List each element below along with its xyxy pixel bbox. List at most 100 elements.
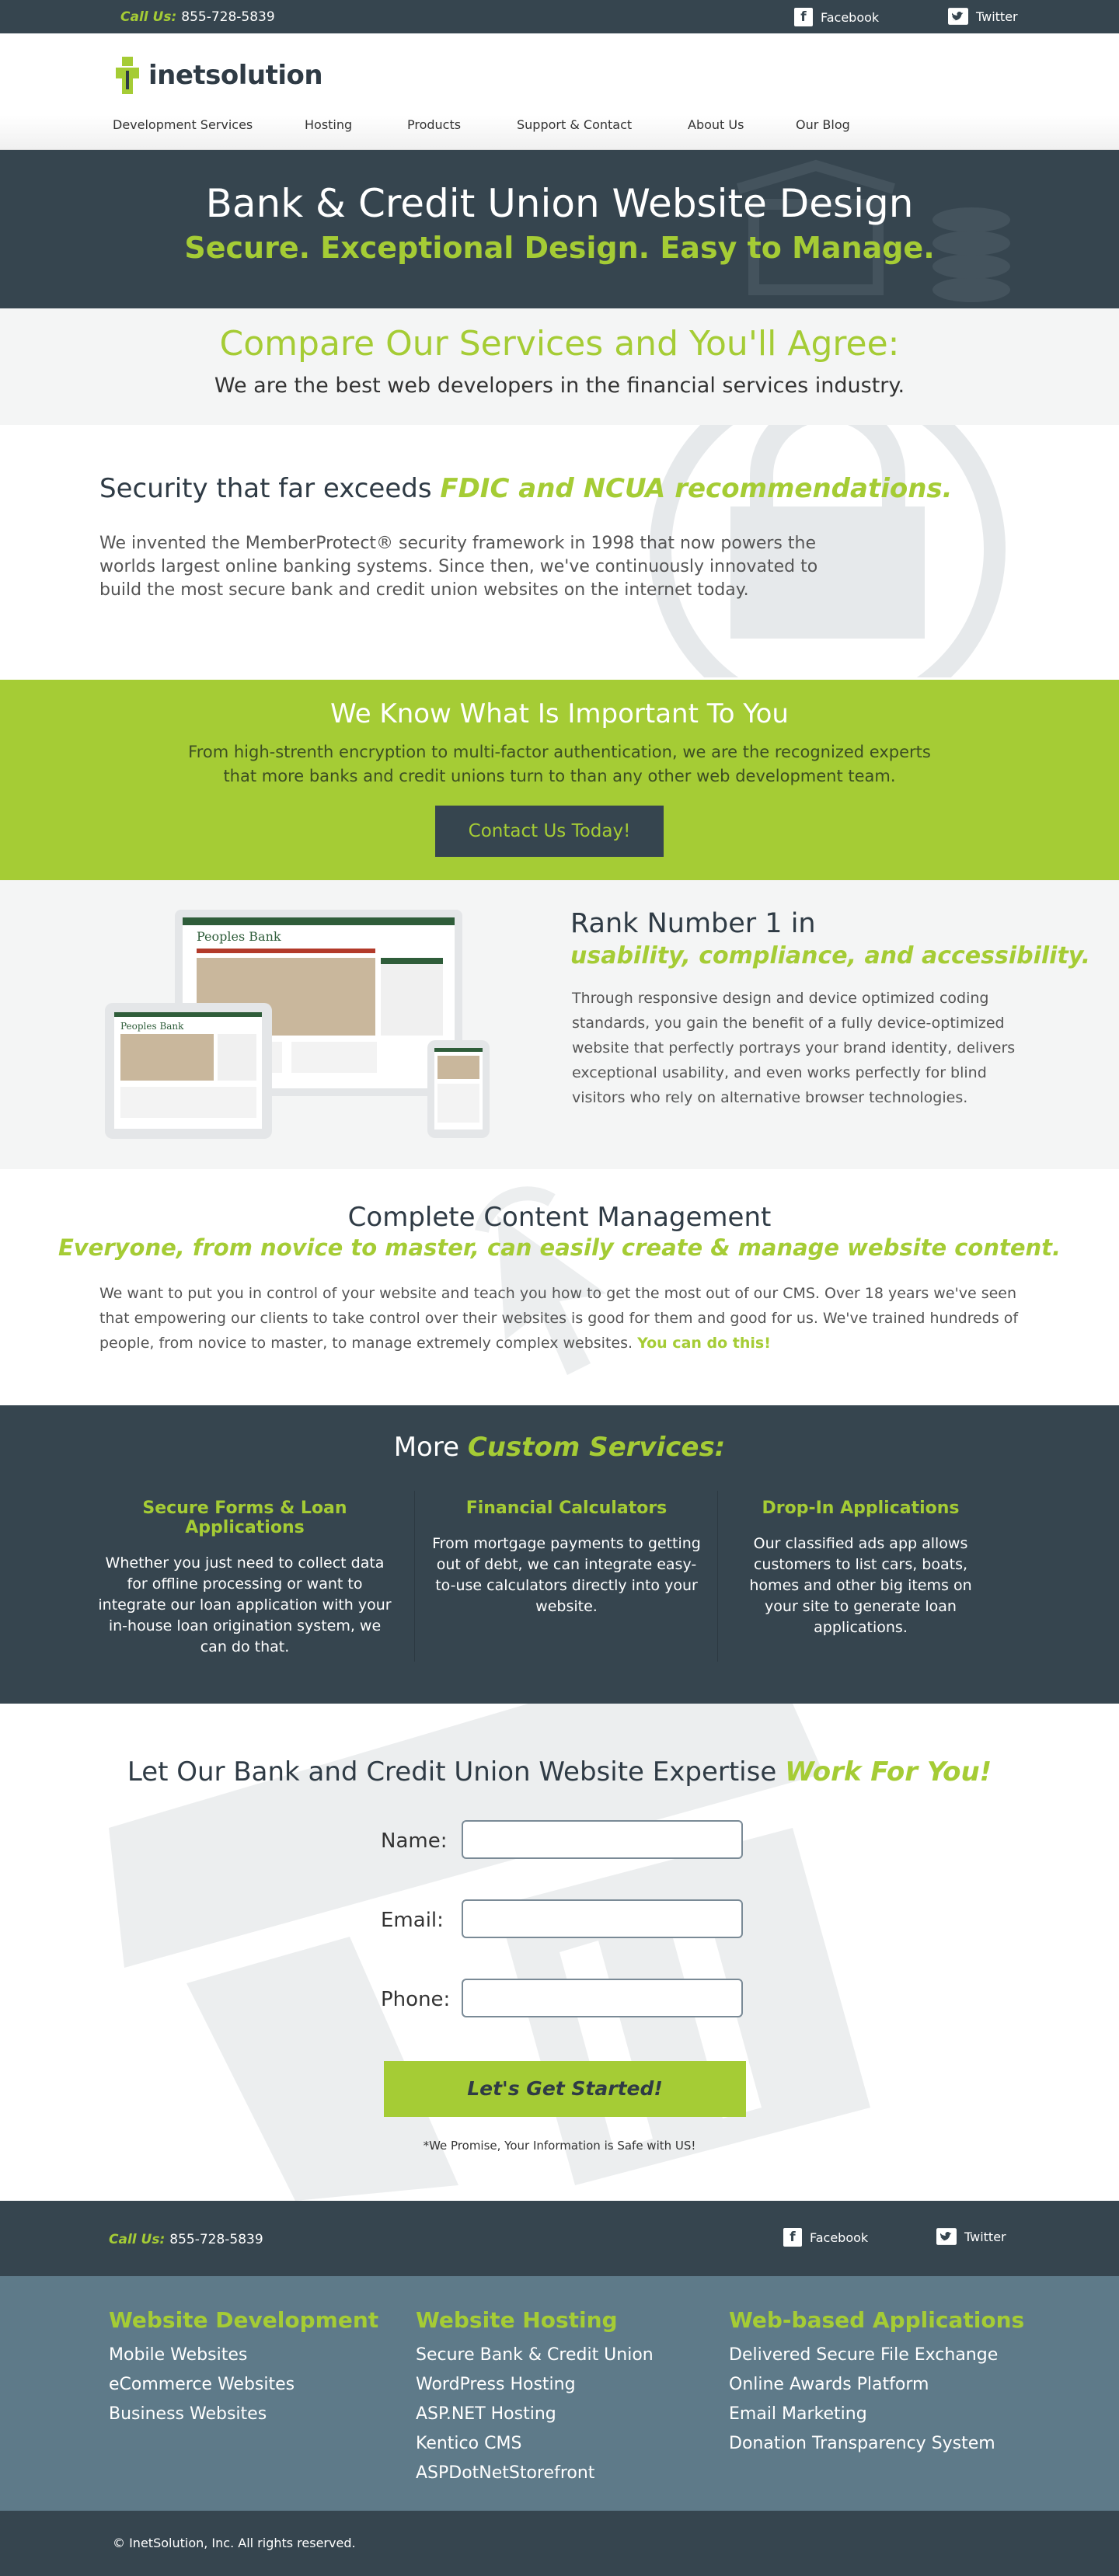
facebook-label: Facebook	[821, 9, 880, 25]
contact-us-button[interactable]: Contact Us Today!	[435, 806, 664, 857]
facebook-icon: f	[794, 8, 813, 26]
cms-section: Complete Content Management Everyone, fr…	[0, 1169, 1119, 1405]
logo[interactable]: inetsolution	[113, 55, 323, 96]
footer-column-title: Website Hosting	[416, 2307, 618, 2333]
mock-bank-name: Peoples Bank	[197, 929, 281, 944]
important-text: From high-strenth encryption to multi-fa…	[188, 743, 931, 785]
mock-bank-name-tablet: Peoples Bank	[120, 1021, 184, 1032]
copyright-text: © InetSolution, Inc. All rights reserved…	[113, 2536, 356, 2550]
call-label: Call Us:	[109, 2232, 166, 2247]
call-label: Call Us:	[120, 9, 177, 25]
service-text: Whether you just need to collect data fo…	[98, 1554, 392, 1655]
rank-section: Peoples Bank Peoples Bank Rank Number 1 …	[0, 880, 1119, 1169]
service-text: From mortgage payments to getting out of…	[432, 1535, 701, 1615]
nav-support-contact[interactable]: Support & Contact	[517, 117, 632, 132]
twitter-label: Twitter	[964, 2229, 1006, 2244]
twitter-icon	[948, 8, 968, 25]
top-call-us: Call Us: 855-728-5839	[120, 9, 275, 25]
security-text: We invented the MemberProtect® security …	[99, 534, 818, 600]
form-title-em: Work For You!	[785, 1756, 992, 1788]
footer-column-title: Web-based Applications	[729, 2307, 1025, 2333]
phone-field[interactable]	[462, 1979, 743, 2017]
hero-banner: Bank & Credit Union Website Design Secur…	[0, 150, 1119, 308]
service-divider	[717, 1491, 718, 1662]
footer-column-applications: Web-based Applications Delivered Secure …	[729, 2307, 1024, 2459]
cms-subtitle: Everyone, from novice to master, can eas…	[58, 1234, 1061, 1261]
footer-link-awards-platform[interactable]: Online Awards Platform	[729, 2370, 1024, 2400]
rank-title: Rank Number 1 in	[570, 908, 816, 939]
important-section: We Know What Is Important To You From hi…	[0, 680, 1119, 880]
logo-icon	[116, 57, 139, 94]
bottom-contact-bar: Call Us: 855-728-5839 f Facebook Twitter	[0, 2201, 1119, 2276]
footer-links: Website Development Mobile Websites eCom…	[0, 2276, 1119, 2511]
cms-title: Complete Content Management	[347, 1202, 772, 1233]
phone-number[interactable]: 855-728-5839	[181, 9, 274, 25]
footer-link-email-marketing[interactable]: Email Marketing	[729, 2400, 1024, 2429]
responsive-devices-illustration: Peoples Bank Peoples Bank	[105, 910, 490, 1139]
services-title: More Custom Services:	[0, 1432, 1119, 1463]
service-financial-calculators: Financial Calculators From mortgage paym…	[416, 1499, 717, 1654]
copyright-bar: © InetSolution, Inc. All rights reserved…	[0, 2511, 1119, 2576]
email-label: Email:	[381, 1909, 444, 1932]
name-label: Name:	[381, 1829, 448, 1853]
rank-text: Through responsive design and device opt…	[572, 990, 1016, 1106]
service-title: Financial Calculators	[465, 1499, 668, 1518]
phone-label: Phone:	[381, 1988, 451, 2011]
service-title: Secure Forms & Loan Applications	[142, 1499, 347, 1537]
footer-facebook-link[interactable]: f Facebook	[783, 2228, 868, 2247]
header: inetsolution Development Services Hostin…	[0, 33, 1119, 150]
footer-link-file-exchange[interactable]: Delivered Secure File Exchange	[729, 2341, 1024, 2370]
footer-twitter-link[interactable]: Twitter	[936, 2228, 1006, 2245]
form-title-plain: Let Our Bank and Credit Union Website Ex…	[127, 1756, 777, 1788]
cms-text: We want to put you in control of your we…	[99, 1281, 1020, 1356]
page: Call Us: 855-728-5839 f Facebook Twitter …	[0, 0, 1119, 2576]
twitter-label: Twitter	[976, 9, 1018, 24]
service-divider	[414, 1491, 415, 1662]
get-started-button[interactable]: Let's Get Started!	[384, 2061, 746, 2117]
footer-link-kentico-cms[interactable]: Kentico CMS	[416, 2429, 654, 2459]
cms-text-em: You can do this!	[637, 1335, 771, 1352]
rank-subtitle: usability, compliance, and accessibility…	[570, 942, 1090, 969]
footer-link-mobile-websites[interactable]: Mobile Websites	[109, 2341, 378, 2370]
security-section: Security that far exceeds FDIC and NCUA …	[0, 425, 1119, 680]
service-forms-loans: Secure Forms & Loan Applications Whether…	[93, 1499, 396, 1655]
bottom-call-us: Call Us: 855-728-5839	[109, 2232, 263, 2247]
hero-title: Bank & Credit Union Website Design	[205, 181, 914, 226]
footer-link-donation-transparency[interactable]: Donation Transparency System	[729, 2429, 1024, 2459]
twitter-icon	[936, 2228, 957, 2245]
footer-column-title: Website Development	[109, 2307, 379, 2333]
service-text: Our classified ads app allows customers …	[749, 1535, 972, 1636]
services-title-em: Custom Services:	[467, 1432, 726, 1463]
compare-title: Compare Our Services and You'll Agree:	[219, 324, 900, 364]
footer-link-business-websites[interactable]: Business Websites	[109, 2400, 378, 2429]
twitter-link[interactable]: Twitter	[948, 8, 1018, 25]
footer-column-hosting: Website Hosting Secure Bank & Credit Uni…	[416, 2307, 654, 2488]
cms-text-body: We want to put you in control of your we…	[99, 1285, 1019, 1352]
facebook-label: Facebook	[810, 2230, 869, 2245]
phone-number[interactable]: 855-728-5839	[169, 2232, 263, 2247]
services-section: More Custom Services: Secure Forms & Loa…	[0, 1405, 1119, 1704]
compare-text: We are the best web developers in the fi…	[214, 374, 905, 398]
nav-products[interactable]: Products	[407, 117, 461, 132]
service-title: Drop-In Applications	[762, 1499, 960, 1518]
footer-link-aspdotnetstorefront[interactable]: ASPDotNetStorefront	[416, 2459, 654, 2488]
footer-link-secure-bank[interactable]: Secure Bank & Credit Union	[416, 2341, 654, 2370]
nav-development-services[interactable]: Development Services	[113, 117, 253, 132]
facebook-link[interactable]: f Facebook	[794, 8, 879, 26]
security-title-em: FDIC and NCUA recommendations.	[440, 473, 953, 504]
top-bar: Call Us: 855-728-5839 f Facebook Twitter	[0, 0, 1119, 33]
footer-link-aspnet-hosting[interactable]: ASP.NET Hosting	[416, 2400, 654, 2429]
footer-link-wordpress-hosting[interactable]: WordPress Hosting	[416, 2370, 654, 2400]
email-field[interactable]	[462, 1899, 743, 1938]
compare-section: Compare Our Services and You'll Agree: W…	[0, 308, 1119, 425]
facebook-icon: f	[783, 2228, 802, 2247]
nav-our-blog[interactable]: Our Blog	[796, 117, 850, 132]
important-title: We Know What Is Important To You	[330, 698, 789, 729]
footer-link-ecommerce-websites[interactable]: eCommerce Websites	[109, 2370, 378, 2400]
nav-hosting[interactable]: Hosting	[305, 117, 352, 132]
form-title: Let Our Bank and Credit Union Website Ex…	[0, 1756, 1119, 1788]
hero-subtitle: Secure. Exceptional Design. Easy to Mana…	[184, 231, 935, 265]
footer-column-development: Website Development Mobile Websites eCom…	[109, 2307, 378, 2429]
name-field[interactable]	[462, 1820, 743, 1859]
nav-about-us[interactable]: About Us	[688, 117, 744, 132]
